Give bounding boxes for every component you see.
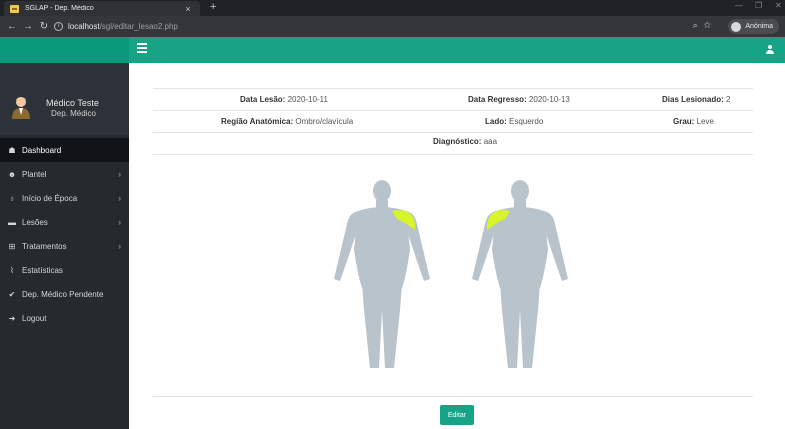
sidebar-item-label: Estatísticas [22, 265, 63, 275]
sidebar-item-in-cio-de-poca[interactable]: ♁ Início de Época › [0, 186, 129, 210]
url-host: localhost [68, 22, 100, 31]
user-name: Médico Teste [46, 98, 99, 108]
info-icon[interactable]: i [54, 22, 63, 31]
sidebar-menu: ☗ Dashboard ☻ Plantel › ♁ Início de Época › ▬ Les… [0, 138, 129, 330]
logout-icon: ➜ [8, 313, 16, 323]
tab-title: SGLAP - Dep. Médico [25, 5, 94, 12]
data-regresso: Data Regresso: 2020-10-13 [468, 95, 570, 104]
body-back-figure [472, 180, 568, 368]
check-icon: ✔ [8, 289, 16, 299]
reload-icon[interactable]: ↻ [36, 21, 52, 32]
info-row-region: Região Anatómica: Ombro/clavícula Lado: … [153, 110, 753, 132]
url-path: /sgl/editar_lesao2.php [99, 22, 178, 31]
doctor-avatar [12, 97, 30, 119]
user-panel: Médico Teste Dep. Médico [0, 63, 129, 135]
restore-icon[interactable]: ❐ [755, 1, 762, 10]
chevron-right-icon: › [118, 241, 121, 251]
sidebar-item-label: Logout [22, 313, 47, 323]
lado: Lado: Esquerdo [485, 117, 544, 126]
back-icon[interactable]: ← [4, 21, 20, 32]
info-row-diagnosis: Diagnóstico: aaa [153, 132, 753, 154]
star-icon[interactable]: ☆ [704, 20, 717, 30]
avatar-icon [731, 21, 742, 32]
info-divider [153, 154, 753, 155]
header-bar [129, 37, 785, 63]
sidebar-item-label: Dashboard [22, 145, 62, 155]
info-row-dates: Data Lesão: 2020-10-11 Data Regresso: 20… [153, 88, 753, 110]
address-bar: ← → ↻ i localhost/sgl/editar_lesao2.php … [0, 16, 785, 37]
sidebar-item-label: Lesões [22, 217, 48, 227]
sidebar-item-logout[interactable]: ➜ Logout [0, 306, 129, 330]
sidebar-item-label: Tratamentos [22, 241, 67, 251]
sidebar: Médico Teste Dep. Médico ☗ Dashboard ☻ Plan… [0, 63, 129, 429]
sidebar-item-estat-sticas[interactable]: ⌇ Estatísticas [0, 258, 129, 282]
sidebar-item-label: Dep. Médico Pendente [22, 289, 104, 299]
medkit-icon: ⊞ [8, 241, 16, 251]
user-role: Dep. Médico [51, 109, 96, 118]
sidebar-item-dep-m-dico-pendente[interactable]: ✔ Dep. Médico Pendente [0, 282, 129, 306]
diagnostico: Diagnóstico: aaa [433, 137, 498, 146]
user-icon[interactable] [766, 45, 774, 54]
edit-button[interactable]: Editar [440, 405, 474, 425]
chevron-right-icon: › [118, 217, 121, 227]
favicon-icon [10, 4, 19, 13]
sidebar-item-label: Início de Época [22, 193, 78, 203]
sidebar-item-tratamentos[interactable]: ⊞ Tratamentos › [0, 234, 129, 258]
users-icon: ☻ [7, 169, 17, 179]
sidebar-item-dashboard[interactable]: ☗ Dashboard [0, 138, 129, 162]
chart-icon: ⌇ [10, 265, 14, 275]
chevron-right-icon: › [118, 169, 121, 179]
main-content: Data Lesão: 2020-10-11 Data Regresso: 20… [129, 63, 785, 429]
sidebar-item-label: Plantel [22, 169, 47, 179]
stethoscope-icon: ♁ [9, 193, 15, 203]
minimize-icon[interactable]: — [735, 1, 743, 10]
profile-label: Anónima [745, 23, 773, 30]
body-front-figure [334, 180, 430, 368]
zoom-icon[interactable]: ⌕☆ [693, 20, 717, 31]
regiao-anatomica: Região Anatómica: Ombro/clavícula [221, 117, 354, 126]
profile-button[interactable]: Anónima [728, 19, 779, 34]
new-tab-button[interactable]: + [210, 1, 216, 13]
ambulance-icon: ▬ [8, 217, 16, 227]
grau: Grau: Leve [673, 117, 714, 126]
header-logo-area [0, 37, 129, 63]
hamburger-icon[interactable] [137, 43, 147, 53]
close-window-icon[interactable]: ✕ [775, 1, 782, 10]
footer-divider [153, 396, 753, 397]
app-header [0, 37, 785, 63]
browser-tabbar: SGLAP - Dep. Médico × + — ❐ ✕ [0, 0, 785, 16]
sidebar-item-les-es[interactable]: ▬ Lesões › [0, 210, 129, 234]
sidebar-item-plantel[interactable]: ☻ Plantel › [0, 162, 129, 186]
data-lesao: Data Lesão: 2020-10-11 [240, 95, 328, 104]
browser-tab[interactable]: SGLAP - Dep. Médico × [4, 1, 200, 16]
url-field[interactable]: i localhost/sgl/editar_lesao2.php [54, 19, 664, 34]
dias-lesionado: Dias Lesionado: 2 [662, 95, 731, 104]
chevron-right-icon: › [118, 193, 121, 203]
tab-close-icon[interactable]: × [182, 4, 194, 14]
forward-icon[interactable]: → [20, 21, 36, 32]
dashboard-icon: ☗ [8, 145, 16, 155]
